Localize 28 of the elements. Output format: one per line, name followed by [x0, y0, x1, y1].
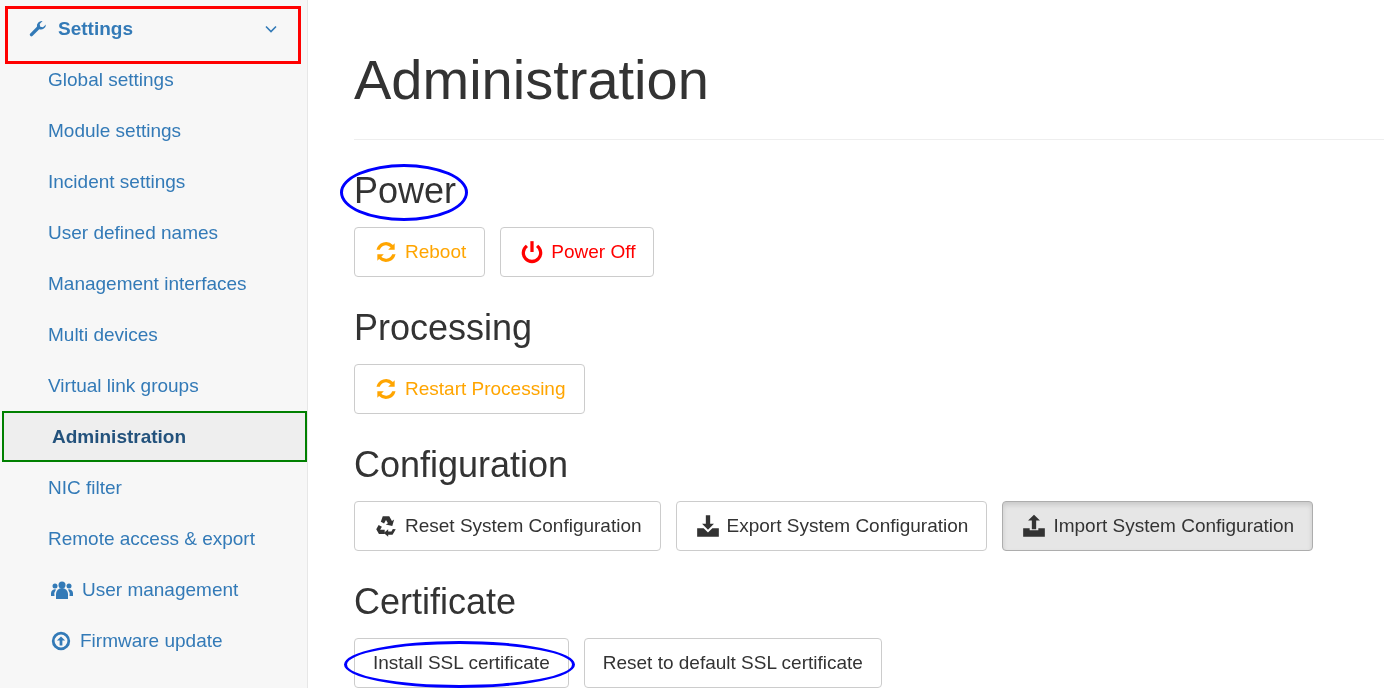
page-title: Administration: [354, 48, 710, 112]
action-button[interactable]: Install SSL certificate: [354, 638, 569, 688]
sidebar-link[interactable]: NIC filter: [0, 462, 307, 513]
upload-icon: [1021, 513, 1048, 539]
section-heading: Configuration: [354, 445, 569, 485]
wrench-icon: [28, 19, 48, 39]
settings-menu-header[interactable]: Settings: [8, 9, 298, 49]
sidebar-link[interactable]: User defined names: [0, 207, 307, 258]
action-button[interactable]: Export System Configuration: [675, 501, 988, 551]
action-button[interactable]: Reset System Configuration: [354, 501, 661, 551]
download-icon: [694, 513, 721, 539]
sidebar-link[interactable]: Global settings: [0, 54, 307, 105]
sidebar-link[interactable]: Remote access & export: [0, 513, 307, 564]
recycle-icon: [373, 513, 399, 539]
sidebar-link[interactable]: Firmware update: [0, 615, 307, 666]
action-button[interactable]: Reset to default SSL certificate: [583, 638, 882, 688]
action-button[interactable]: Power Off: [500, 227, 655, 277]
sidebar-link[interactable]: Incident settings: [0, 156, 307, 207]
sidebar-link[interactable]: Administration: [2, 411, 307, 462]
action-button[interactable]: Import System Configuration: [1002, 501, 1314, 551]
sidebar-link[interactable]: User management: [0, 564, 307, 615]
sidebar-link[interactable]: Management interfaces: [0, 258, 307, 309]
section-heading: Power: [354, 171, 457, 211]
sidebar-link[interactable]: Virtual link groups: [0, 360, 307, 411]
section-heading: Certificate: [354, 582, 517, 622]
section-heading: Processing: [354, 308, 533, 348]
sidebar-link[interactable]: Multi devices: [0, 309, 307, 360]
sidebar-link[interactable]: Module settings: [0, 105, 307, 156]
